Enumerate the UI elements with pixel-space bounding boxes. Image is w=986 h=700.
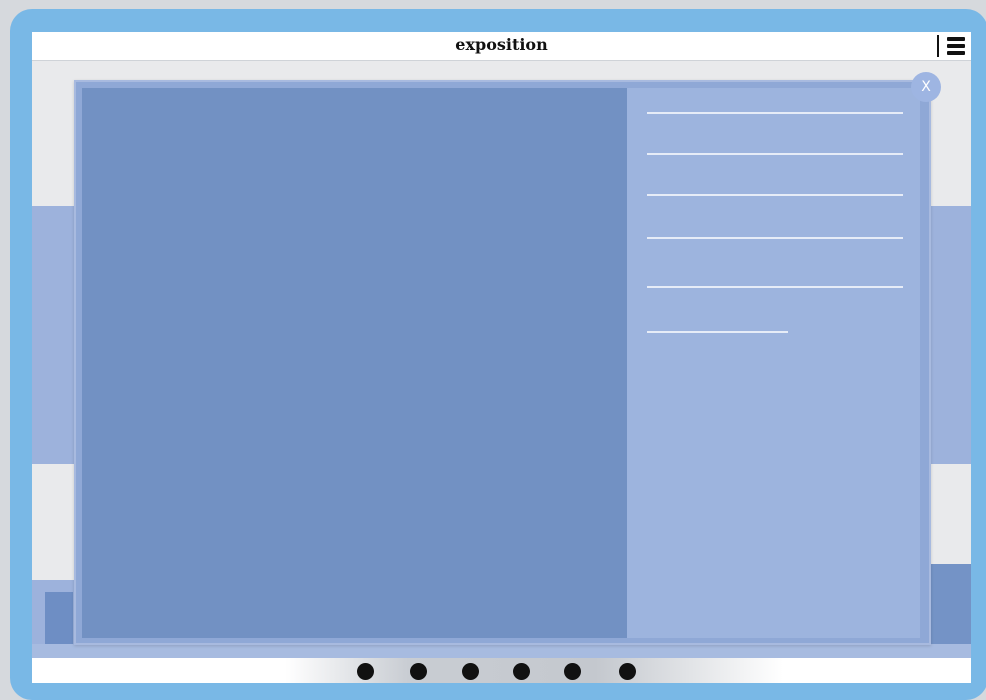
- pagination-dot[interactable]: [619, 663, 636, 680]
- hamburger-menu-icon: [947, 37, 965, 58]
- app-screen: exposition X: [32, 32, 971, 683]
- media-panel[interactable]: [82, 88, 627, 638]
- pagination-dot[interactable]: [410, 663, 427, 680]
- exhibit-modal: [74, 80, 931, 645]
- info-text-line: [647, 112, 903, 114]
- background-strip: [32, 644, 971, 658]
- menu-button[interactable]: [937, 35, 965, 57]
- pagination-dot[interactable]: [513, 663, 530, 680]
- info-text-line: [647, 194, 903, 196]
- info-panel: [627, 88, 920, 638]
- info-text-line: [647, 153, 903, 155]
- pagination-dot[interactable]: [357, 663, 374, 680]
- background-thumbnail: [45, 592, 73, 644]
- info-text-line: [647, 331, 788, 333]
- pagination-dot[interactable]: [462, 663, 479, 680]
- close-button[interactable]: X: [911, 72, 941, 102]
- page-title: exposition: [455, 35, 548, 54]
- pagination-dot[interactable]: [564, 663, 581, 680]
- info-text-line: [647, 237, 903, 239]
- info-text-line: [647, 286, 903, 288]
- top-bar: exposition: [32, 32, 971, 61]
- pagination-bar: [32, 658, 971, 683]
